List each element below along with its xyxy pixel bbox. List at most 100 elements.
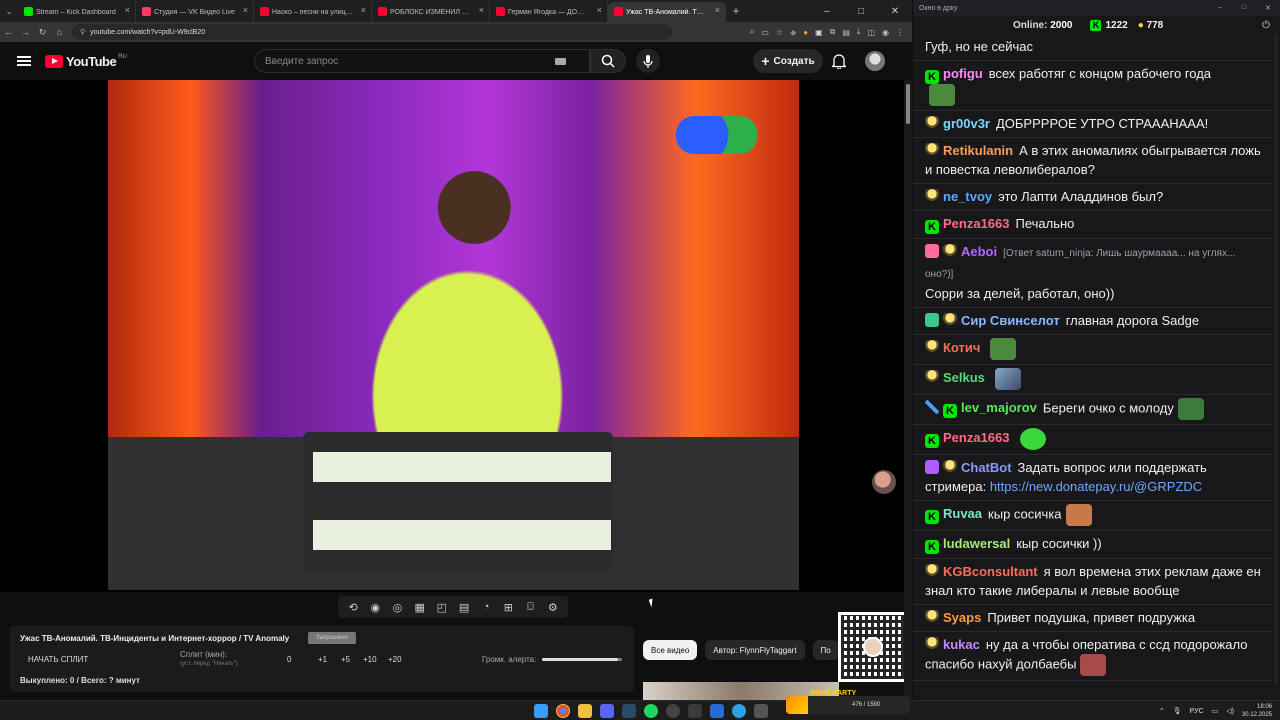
podium-stripe bbox=[313, 452, 611, 482]
tab-tv-anomaly[interactable]: Ужас ТВ-Аномалий. ТВ-Инц× bbox=[608, 2, 726, 22]
video-frame[interactable] bbox=[108, 80, 799, 590]
add-20-button[interactable]: +20 bbox=[388, 655, 402, 664]
extension-orange-icon[interactable]: ● bbox=[803, 28, 808, 37]
sub-badge-icon bbox=[925, 116, 939, 130]
page-scrollbar[interactable] bbox=[904, 80, 912, 700]
youtube-logo[interactable]: YouTube RU bbox=[45, 54, 127, 69]
close-tab-icon[interactable]: × bbox=[597, 5, 602, 15]
add-5-button[interactable]: +5 bbox=[341, 655, 350, 664]
media-player-icon[interactable] bbox=[710, 704, 724, 718]
taskbar-apps bbox=[534, 704, 768, 718]
downloads-icon[interactable]: ⤓ bbox=[857, 27, 861, 37]
cast-icon[interactable]: ▭ bbox=[761, 28, 769, 37]
chip-author[interactable]: Автор: FlynnFlyTaggart bbox=[705, 640, 805, 660]
address-bar: ← → ↻ ⌂ ⚲ youtube.com/watch?v=pdU-W9clB20… bbox=[0, 22, 912, 42]
telegram-icon[interactable] bbox=[732, 704, 746, 718]
qr-avatar bbox=[863, 637, 883, 657]
reload-icon[interactable]: ↻ bbox=[34, 27, 51, 38]
close-tab-icon[interactable]: × bbox=[243, 5, 248, 15]
extension-counter-icon[interactable]: ▣ bbox=[815, 28, 823, 37]
tab-roblox[interactable]: РОБЛОКС ИЗМЕНИЛ ВСЮ МО× bbox=[372, 2, 490, 22]
extension-icon[interactable]: ◆ bbox=[790, 28, 796, 37]
tab-german[interactable]: Герман Ягодка — ДОМ 2 и ал× bbox=[490, 2, 608, 22]
start-split-button[interactable]: НАЧАТЬ СПЛИТ bbox=[28, 655, 88, 664]
picture-in-picture-icon[interactable]: ◰ bbox=[435, 600, 449, 614]
bookmark-icon[interactable]: ☆ bbox=[776, 28, 783, 37]
maximize-icon[interactable]: □ bbox=[1232, 4, 1256, 12]
forward-icon[interactable]: → bbox=[17, 27, 34, 37]
chat-message: K Penza1663 Печально bbox=[913, 211, 1272, 239]
video-player[interactable] bbox=[0, 80, 904, 592]
extensions-puzzle-icon[interactable]: ⧉ bbox=[830, 27, 836, 37]
close-window-icon[interactable]: ✕ bbox=[1256, 4, 1280, 12]
tab-vk-studio[interactable]: Студия — VK Видео Live × bbox=[136, 2, 254, 22]
chrome-icon[interactable] bbox=[556, 704, 570, 718]
broadcast-icon[interactable]: ◉ bbox=[368, 600, 382, 614]
clapper-icon[interactable]: ▦ bbox=[413, 600, 427, 614]
media-widget[interactable]: MEME PARTY 476 / 1590 bbox=[786, 690, 910, 714]
profile-icon[interactable]: ◉ bbox=[882, 28, 889, 37]
screenshot-icon[interactable]: ⌼ bbox=[524, 600, 538, 614]
microphone-tray-icon[interactable]: 🎙︎ bbox=[1173, 707, 1182, 715]
minimize-icon[interactable]: – bbox=[1208, 4, 1232, 12]
spotify-icon[interactable] bbox=[644, 704, 658, 718]
loop-icon[interactable]: ⟲ bbox=[346, 600, 360, 614]
obs-icon[interactable] bbox=[666, 704, 680, 718]
donate-link[interactable]: https://new.donatepay.ru/@GRPZDC bbox=[990, 479, 1202, 494]
search-button[interactable] bbox=[590, 49, 626, 73]
tab-naoko[interactable]: Наоко – песни на улицах; ари× bbox=[254, 2, 372, 22]
clock[interactable]: 18:06 30.12.2025 bbox=[1242, 703, 1272, 719]
steam-icon[interactable] bbox=[622, 704, 636, 718]
gallery-icon[interactable]: ▤ bbox=[457, 600, 471, 614]
windows-start-icon[interactable] bbox=[534, 704, 548, 718]
chevron-up-icon[interactable]: ⌃ bbox=[1159, 707, 1165, 715]
site-info-icon[interactable]: ⚲ bbox=[80, 28, 85, 36]
tab-kick-dashboard[interactable]: Stream – Kick Dashboard × bbox=[18, 2, 136, 22]
search-icon[interactable]: ⌕ bbox=[750, 27, 754, 37]
volume-icon[interactable]: ◁) bbox=[1226, 707, 1234, 715]
close-tab-icon[interactable]: × bbox=[715, 5, 720, 15]
url-field[interactable]: ⚲ youtube.com/watch?v=pdU-W9clB20 bbox=[72, 24, 672, 40]
back-icon[interactable]: ← bbox=[0, 27, 17, 37]
network-icon[interactable]: ▭ bbox=[1212, 707, 1219, 715]
home-icon[interactable]: ⌂ bbox=[51, 27, 68, 37]
browser-menu-icon[interactable]: ⋮ bbox=[896, 28, 904, 37]
chat-scrollbar[interactable] bbox=[1274, 34, 1278, 684]
chip-more[interactable]: По bbox=[812, 640, 839, 660]
terminal-icon[interactable] bbox=[754, 704, 768, 718]
add-10-button[interactable]: +10 bbox=[363, 655, 377, 664]
eye-icon[interactable]: ◎ bbox=[390, 600, 404, 614]
minimize-icon[interactable]: – bbox=[810, 0, 844, 22]
file-explorer-icon[interactable] bbox=[578, 704, 592, 718]
account-avatar[interactable] bbox=[865, 51, 885, 71]
search-input[interactable] bbox=[265, 55, 555, 67]
close-tab-icon[interactable]: × bbox=[125, 5, 130, 15]
settings-gear-icon[interactable]: ⚙ bbox=[546, 600, 560, 614]
close-tab-icon[interactable]: × bbox=[361, 5, 366, 15]
chip-all-videos[interactable]: Все видео bbox=[643, 640, 698, 660]
chat-message-list[interactable]: Гуф, но не сейчас Kpofigu всех работяг с … bbox=[913, 34, 1272, 690]
notifications-button[interactable] bbox=[830, 53, 848, 74]
vip-sword-icon bbox=[925, 400, 939, 415]
tab-groups-icon[interactable]: ▤ bbox=[842, 28, 850, 37]
split-view-icon[interactable]: ◫ bbox=[867, 28, 875, 37]
alert-volume-slider[interactable] bbox=[542, 658, 622, 661]
app-icon[interactable] bbox=[688, 704, 702, 718]
close-window-icon[interactable]: ✕ bbox=[878, 0, 912, 22]
keyboard-icon[interactable] bbox=[555, 57, 566, 65]
add-screen-icon[interactable]: ⊞ bbox=[501, 600, 515, 614]
menu-icon[interactable] bbox=[17, 56, 31, 66]
speed-icon[interactable]: ◔ bbox=[479, 600, 493, 614]
maximize-icon[interactable]: □ bbox=[844, 0, 878, 22]
create-button[interactable]: + Создать bbox=[753, 49, 823, 73]
close-tab-icon[interactable]: × bbox=[479, 5, 484, 15]
youtube-favicon-icon bbox=[260, 7, 269, 16]
tab-search-icon[interactable]: ⌄ bbox=[0, 0, 18, 22]
voice-search-button[interactable] bbox=[636, 49, 660, 73]
split-hint: (уст. перед "Начать") bbox=[180, 661, 238, 667]
add-1-button[interactable]: +1 bbox=[318, 655, 327, 664]
language-indicator[interactable]: РУС bbox=[1190, 708, 1204, 715]
chat-settings-icon[interactable]: ⏻ bbox=[1262, 20, 1270, 31]
new-tab-button[interactable]: + bbox=[726, 4, 746, 18]
discord-icon[interactable] bbox=[600, 704, 614, 718]
